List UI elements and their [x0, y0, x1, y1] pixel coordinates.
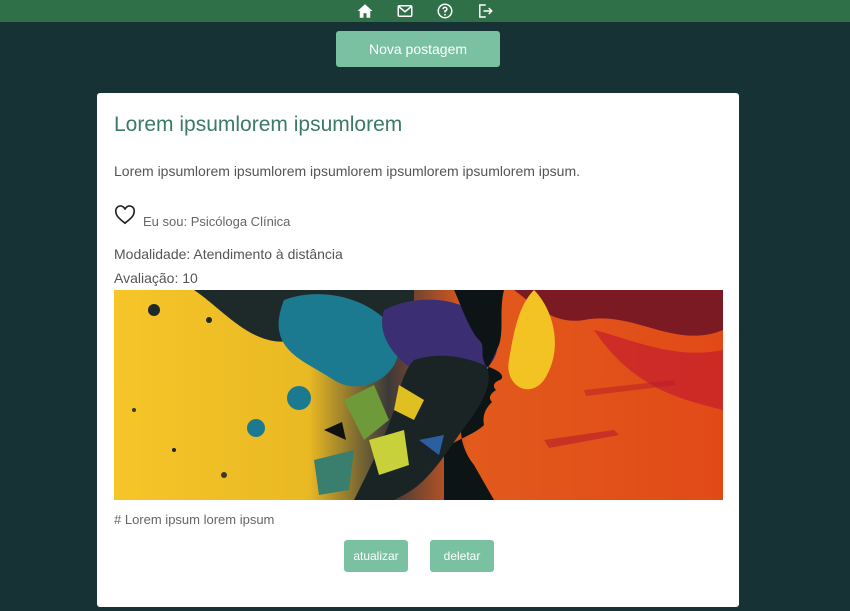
post-title: Lorem ipsumlorem ipsumlorem	[114, 113, 403, 136]
mail-icon[interactable]	[396, 2, 414, 20]
help-icon[interactable]	[436, 2, 454, 20]
logout-icon[interactable]	[476, 2, 494, 20]
post-tags: # Lorem ipsum lorem ipsum	[114, 512, 275, 527]
update-button[interactable]: atualizar	[344, 540, 408, 572]
post-image	[114, 290, 723, 500]
top-navbar	[0, 0, 850, 22]
delete-button[interactable]: deletar	[430, 540, 494, 572]
post-actions: atualizar deletar	[344, 540, 494, 572]
role-row: Eu sou: Psicóloga Clínica	[114, 205, 290, 230]
home-icon[interactable]	[356, 2, 374, 20]
new-post-button[interactable]: Nova postagem	[336, 31, 500, 67]
avaliacao-text: Avaliação: 10	[114, 270, 198, 286]
post-card: Lorem ipsumlorem ipsumlorem Lorem ipsuml…	[97, 93, 739, 607]
role-text: Eu sou: Psicóloga Clínica	[143, 214, 291, 229]
heart-icon[interactable]	[114, 205, 136, 230]
modalidade-text: Modalidade: Atendimento à distância	[114, 246, 343, 262]
post-text: Lorem ipsumlorem ipsumlorem ipsumlorem i…	[114, 163, 581, 179]
